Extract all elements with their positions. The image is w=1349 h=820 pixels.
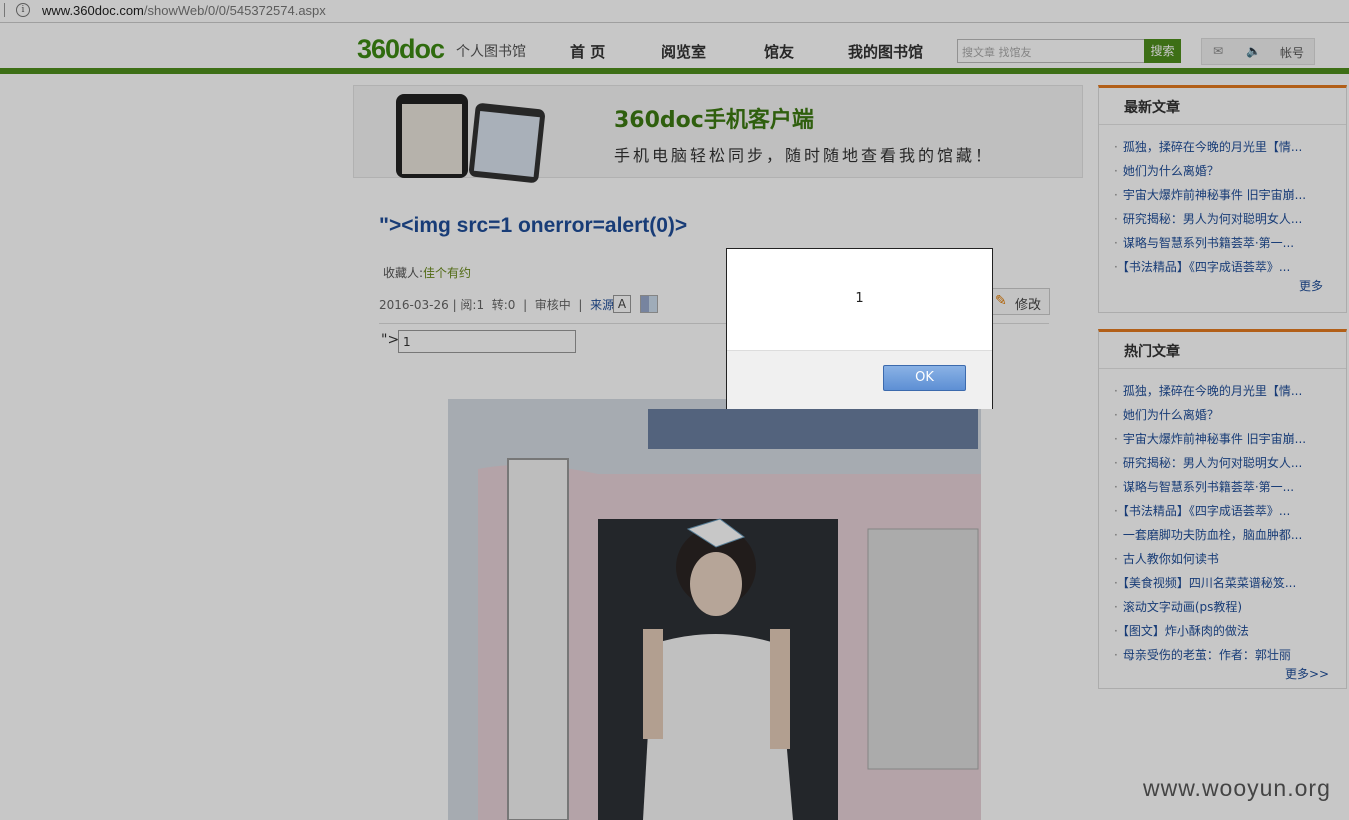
ok-button[interactable]: OK xyxy=(883,365,966,391)
alert-footer: OK xyxy=(727,350,992,409)
alert-message: 1 xyxy=(855,291,864,306)
watermark: www.wooyun.org xyxy=(1143,775,1331,801)
alert-dialog: 1 OK xyxy=(726,248,993,409)
modal-overlay xyxy=(0,0,1349,820)
